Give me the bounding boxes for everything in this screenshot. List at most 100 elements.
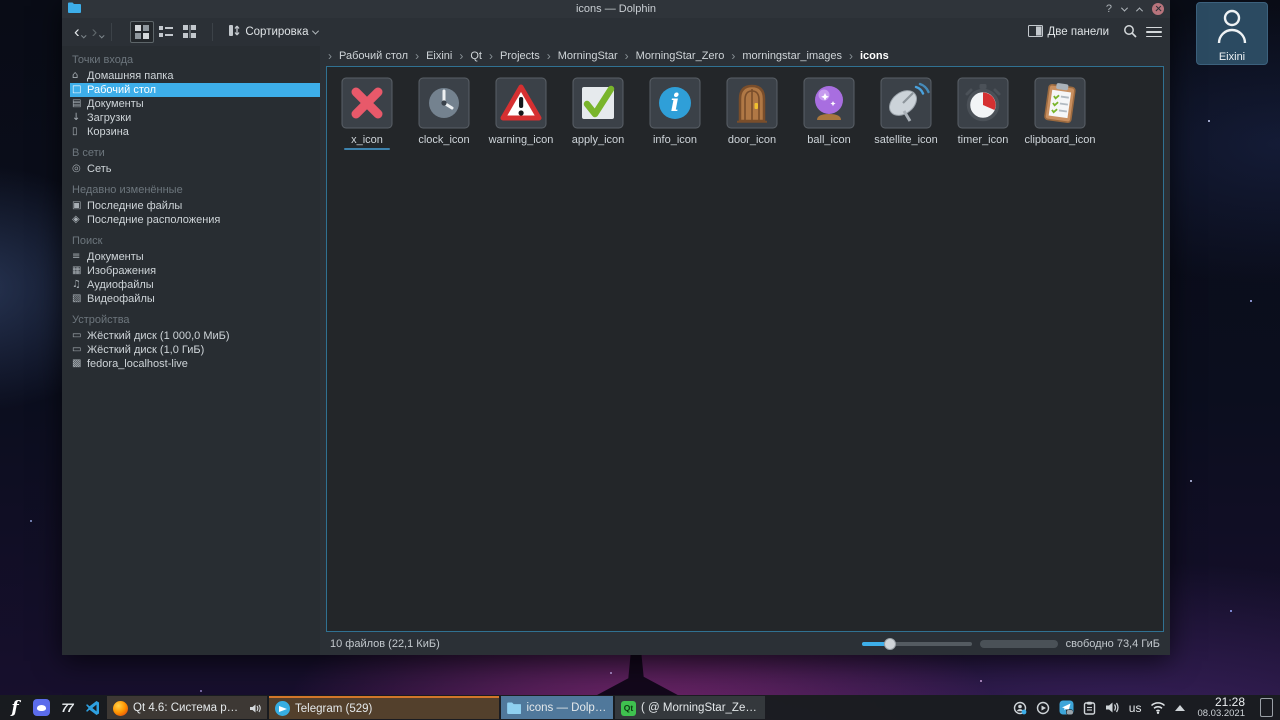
file-clipboard-icon[interactable]: clipboard_icon: [1025, 77, 1095, 146]
split-panes-label: Две панели: [1047, 26, 1109, 38]
breadcrumb-item[interactable]: Рабочий стол: [339, 50, 408, 62]
file-label: door_icon: [727, 134, 777, 146]
sidebar-item-fedora-live[interactable]: ▩ fedora_localhost-live: [70, 357, 312, 371]
breadcrumb-item[interactable]: Eixini: [426, 50, 452, 62]
desktop-icon-eixini[interactable]: Eixini: [1196, 2, 1268, 65]
volume-tray-icon[interactable]: [1105, 701, 1120, 714]
window-title: icons — Dolphin: [575, 3, 657, 15]
audio-playing-icon[interactable]: [249, 703, 261, 714]
close-button[interactable]: [1152, 3, 1164, 15]
breadcrumb-item[interactable]: MorningStar: [558, 50, 618, 62]
show-desktop-button[interactable]: [1260, 698, 1273, 717]
minimize-button[interactable]: [1120, 4, 1129, 12]
media-player-tray-icon[interactable]: [1036, 701, 1050, 715]
task-dolphin[interactable]: icons — Dolphin: [501, 696, 613, 719]
file-clock-icon[interactable]: clock_icon: [418, 77, 470, 146]
sidebar-item-recent-files[interactable]: ▣ Последние файлы: [70, 199, 312, 213]
file-label: warning_icon: [488, 134, 554, 146]
sort-button[interactable]: Сортировка: [223, 21, 323, 43]
sidebar-item-downloads[interactable]: ↓ Загрузки: [70, 111, 312, 125]
forward-button[interactable]: ›: [88, 23, 105, 40]
satellite-image: [880, 77, 932, 129]
help-button[interactable]: ?: [1106, 3, 1112, 15]
breadcrumb-item[interactable]: Projects: [500, 50, 540, 62]
file-label: apply_icon: [571, 134, 625, 146]
sidebar-item-disk-1gib[interactable]: ▭ Жёсткий диск (1,0 ГиБ): [70, 343, 312, 357]
video-icon: ▧: [72, 293, 82, 304]
sidebar-item-search-documents[interactable]: ≡ Документы: [70, 250, 312, 264]
titlebar[interactable]: icons — Dolphin ?: [62, 0, 1170, 18]
keyboard-layout-indicator[interactable]: us: [1129, 701, 1142, 715]
search-button[interactable]: [1118, 21, 1142, 44]
sidebar-item-documents[interactable]: ▤ Документы: [70, 97, 312, 111]
file-label: ball_icon: [807, 134, 851, 146]
presence-tray-icon[interactable]: [1013, 701, 1027, 715]
sort-icon: [228, 24, 240, 40]
folder-view[interactable]: x_icon clock_icon warning_icon apply_ico…: [326, 66, 1164, 632]
maximize-button[interactable]: [1135, 6, 1144, 14]
details-view-button[interactable]: [154, 21, 178, 43]
sidebar-item-trash[interactable]: ▯ Корзина: [70, 125, 312, 139]
breadcrumb-item-current[interactable]: icons: [860, 50, 889, 62]
file-ball-icon[interactable]: ball_icon: [803, 77, 855, 146]
sidebar-item-search-audio[interactable]: ♫ Аудиофайлы: [70, 278, 312, 292]
sidebar-item-desktop[interactable]: □ Рабочий стол: [70, 83, 320, 97]
vscode-icon: [86, 700, 99, 715]
tray-expander-icon[interactable]: [1175, 704, 1186, 711]
sidebar-item-network[interactable]: ◎ Сеть: [70, 162, 312, 176]
status-bar: 10 файлов (22,1 КиБ) свободно 73,4 ГиБ: [320, 632, 1170, 655]
stars-decor: [0, 0, 2, 2]
toolbar-separator: [212, 23, 214, 41]
telegram-icon: [275, 701, 290, 716]
breadcrumb-item[interactable]: morningstar_images: [742, 50, 842, 62]
sidebar-item-disk-1000mib[interactable]: ▭ Жёсткий диск (1 000,0 МиБ): [70, 329, 312, 343]
tree-view-button[interactable]: [178, 21, 202, 43]
sidebar-item-search-video[interactable]: ▧ Видеофайлы: [70, 292, 312, 306]
task-qtcreator[interactable]: Qt ( @ MorningStar_Zero) [main…: [615, 696, 765, 719]
file-label: clock_icon: [418, 134, 470, 146]
file-warning-icon[interactable]: warning_icon: [489, 77, 553, 146]
clock-time: 21:28: [1214, 695, 1245, 710]
file-apply-icon[interactable]: apply_icon: [572, 77, 624, 146]
task-firefox[interactable]: Qt 4.6: Система ресурс…: [107, 696, 267, 719]
disk-capacity-bar: [979, 639, 1058, 648]
77-icon: 77: [61, 700, 73, 715]
split-panes-button[interactable]: Две панели: [1023, 22, 1114, 43]
section-title: Поиск: [72, 235, 103, 247]
zoom-slider[interactable]: [861, 637, 972, 650]
ball-image: [803, 77, 855, 129]
sidebar-item-recent-locations[interactable]: ◈ Последние расположения: [70, 213, 312, 227]
file-label: x_icon: [351, 134, 383, 146]
toolbar: ‹ › Сортировка Две панели: [62, 18, 1170, 46]
file-x-icon[interactable]: x_icon: [341, 77, 393, 150]
klipper-tray-icon[interactable]: [1083, 701, 1096, 715]
chevron-right-icon: ›: [624, 49, 629, 63]
wifi-tray-icon[interactable]: [1150, 701, 1166, 714]
zoom-slider-handle[interactable]: [883, 637, 896, 650]
desktop-icon-label: Eixini: [1218, 51, 1246, 63]
file-timer-icon[interactable]: timer_icon: [957, 77, 1009, 146]
launcher-77[interactable]: 77: [55, 696, 79, 719]
fedora-menu-button[interactable]: f: [3, 696, 27, 719]
sidebar-item-search-images[interactable]: ▦ Изображения: [70, 264, 312, 278]
back-button[interactable]: ‹: [70, 23, 87, 40]
breadcrumb-item[interactable]: Qt: [470, 50, 482, 62]
system-tray: us 21:28 08.03.2021: [1009, 696, 1277, 719]
breadcrumb-item[interactable]: MorningStar_Zero: [636, 50, 725, 62]
hamburger-menu-button[interactable]: [1146, 26, 1162, 38]
discord-launcher[interactable]: [29, 696, 53, 719]
file-label: timer_icon: [957, 134, 1009, 146]
file-satellite-icon[interactable]: satellite_icon: [874, 77, 938, 146]
breadcrumb: › Рабочий стол › Eixini › Qt › Projects …: [320, 46, 1170, 66]
digital-clock[interactable]: 21:28 08.03.2021: [1197, 696, 1245, 719]
trash-icon: ▯: [72, 126, 78, 137]
desktop-icon: □: [72, 84, 82, 95]
vscode-launcher[interactable]: [81, 696, 105, 719]
sidebar-item-home[interactable]: ⌂ Домашняя папка: [70, 69, 312, 83]
telegram-tray-icon[interactable]: [1059, 700, 1074, 715]
apply-image: [572, 77, 624, 129]
icons-view-button[interactable]: [130, 21, 155, 43]
file-door-icon[interactable]: door_icon: [726, 77, 778, 146]
task-telegram[interactable]: Telegram (529): [269, 696, 499, 719]
file-info-icon[interactable]: i info_icon: [649, 77, 701, 146]
